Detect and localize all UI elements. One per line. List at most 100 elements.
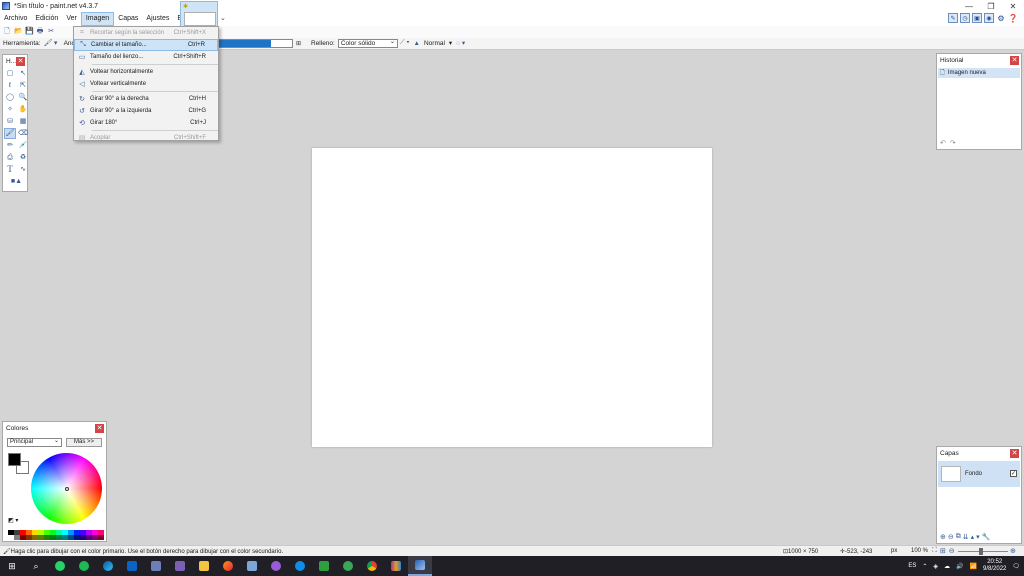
pan-tool-icon[interactable]: ✋	[17, 104, 29, 115]
app-icon-10[interactable]	[264, 556, 288, 576]
teamviewer-icon[interactable]	[288, 556, 312, 576]
menu-item-flatten[interactable]: ▤ Acoplar Ctrl+Shift+F	[74, 132, 218, 144]
open-file-icon[interactable]: 📂	[14, 28, 23, 36]
tools-panel-close-icon[interactable]: ✕	[16, 56, 25, 66]
menu-capas[interactable]: Capas	[114, 12, 142, 26]
layer-down-icon[interactable]: ▾	[976, 533, 980, 541]
edge-icon[interactable]	[96, 556, 120, 576]
history-item[interactable]: 🗋 Imagen nueva	[938, 68, 1020, 78]
history-window-toggle-icon[interactable]: ◷	[960, 13, 970, 23]
paintnet-taskbar-icon[interactable]	[408, 556, 432, 576]
duplicate-layer-icon[interactable]: ⧉	[956, 533, 961, 541]
gradient-tool-icon[interactable]: ▦	[17, 116, 29, 127]
zoom-tool-icon[interactable]: 🔍	[17, 92, 29, 103]
zoom-slider-knob[interactable]	[979, 548, 983, 555]
eraser-tool-icon[interactable]: ⌫	[17, 128, 29, 139]
tray-app-icon[interactable]: ◈	[933, 563, 938, 570]
paintbrush-tool-icon[interactable]: 🖌	[4, 128, 16, 139]
menu-archivo[interactable]: Archivo	[0, 12, 31, 26]
primary-color-swatch[interactable]	[8, 453, 21, 466]
swap-colors-icon[interactable]: ◩ ▾	[8, 517, 18, 524]
magic-wand-tool-icon[interactable]: ✧	[4, 104, 16, 115]
move-selected-tool-icon[interactable]: ⇱	[17, 80, 29, 91]
new-file-icon[interactable]: 🗋	[3, 28, 11, 36]
clone-stamp-tool-icon[interactable]: ⎙	[4, 152, 16, 163]
menu-item-flip-horizontal[interactable]: ◭ Voltear horizontalmente	[74, 66, 218, 78]
menu-item-crop-to-selection[interactable]: ⌗ Recortar según la selección Ctrl+Shift…	[74, 27, 218, 39]
clock[interactable]: 20:52 9/8/2022	[983, 559, 1006, 573]
history-panel-close-icon[interactable]: ✕	[1010, 55, 1019, 65]
color-palette[interactable]	[8, 530, 104, 540]
text-tool-icon[interactable]: T	[4, 164, 16, 175]
cut-icon[interactable]: ✂	[47, 28, 55, 36]
fit-window-icon[interactable]: ⛶	[932, 547, 937, 555]
color-mode-select[interactable]: Principal	[7, 438, 62, 447]
image-tab-thumbnail[interactable]: ✱	[180, 1, 218, 27]
antialias-icon[interactable]: ⟋ ▾	[400, 39, 410, 47]
ellipse-select-tool-icon[interactable]: ◯	[4, 92, 16, 103]
layers-window-toggle-icon[interactable]: ▣	[972, 13, 982, 23]
blend-mode-select[interactable]: Normal	[424, 40, 445, 47]
volume-icon[interactable]: 🔊	[956, 563, 963, 570]
search-icon[interactable]: ⌕	[24, 556, 48, 576]
fill-select[interactable]: Color sólido	[337, 39, 398, 48]
winrar-icon[interactable]	[384, 556, 408, 576]
move-selection-tool-icon[interactable]: ↖	[17, 68, 29, 79]
layer-up-icon[interactable]: ▴	[971, 533, 975, 541]
firefox-icon[interactable]	[216, 556, 240, 576]
rectangle-select-tool-icon[interactable]: ▢	[4, 68, 16, 79]
file-explorer-icon[interactable]	[192, 556, 216, 576]
zoom-slider[interactable]	[958, 548, 1008, 555]
menu-item-resize[interactable]: ⤡ Cambiar el tamaño... Ctrl+R	[74, 39, 218, 51]
lasso-select-tool-icon[interactable]: ℓ	[4, 80, 16, 91]
print-icon[interactable]: 🖶	[36, 28, 44, 36]
color-picker-tool-icon[interactable]: 💉	[17, 140, 29, 151]
app-icon-9[interactable]	[240, 556, 264, 576]
unit-select[interactable]: px	[891, 548, 897, 554]
spotify-icon[interactable]	[72, 556, 96, 576]
tray-chevron-icon[interactable]: ⌃	[922, 563, 927, 570]
app-icon-6[interactable]	[168, 556, 192, 576]
language-indicator[interactable]: ES	[908, 563, 916, 569]
color-wheel-cursor[interactable]	[65, 487, 69, 491]
expand-plus-icon[interactable]: ⊞	[296, 40, 301, 47]
add-layer-icon[interactable]: ⊕	[940, 533, 946, 541]
more-colors-button[interactable]: Más >>	[66, 438, 102, 447]
recolor-tool-icon[interactable]: ♻	[17, 152, 29, 163]
menu-item-rotate-180[interactable]: ⟲ Girar 180° Ctrl+J	[74, 117, 218, 129]
menu-item-canvas-size[interactable]: ▭ Tamaño del lienzo... Ctrl+Shift+R	[74, 51, 218, 63]
menu-item-flip-vertical[interactable]: ◁ Voltear verticalmente	[74, 78, 218, 90]
save-icon[interactable]: 💾	[25, 28, 34, 36]
color-wheel[interactable]	[31, 453, 102, 524]
menu-imagen[interactable]: Imagen	[80, 12, 115, 26]
app-icon-13[interactable]	[336, 556, 360, 576]
tools-window-toggle-icon[interactable]: ✎	[948, 13, 958, 23]
close-button[interactable]: ✕	[1002, 0, 1024, 12]
line-curve-tool-icon[interactable]: ∿	[17, 164, 29, 175]
selection-mode-icon[interactable]: ◌ ▾	[456, 39, 465, 47]
tool-dropdown-chevron-icon[interactable]: ▾	[52, 40, 60, 48]
chrome-icon[interactable]	[360, 556, 384, 576]
layer-properties-icon[interactable]: 🔧	[982, 533, 991, 541]
layer-row[interactable]: Fondo ✓	[938, 461, 1020, 487]
wifi-icon[interactable]: 📶	[970, 563, 977, 570]
pencil-tool-icon[interactable]: ✏	[4, 140, 16, 151]
notifications-icon[interactable]: 🗨	[1012, 563, 1020, 570]
shapes-tool-icon[interactable]: ■▲	[4, 176, 29, 187]
layers-panel-close-icon[interactable]: ✕	[1010, 448, 1019, 458]
brush-width-slider[interactable]	[218, 39, 293, 48]
app-icon-12[interactable]	[312, 556, 336, 576]
whatsapp-icon[interactable]	[48, 556, 72, 576]
menu-item-rotate-right[interactable]: ↻ Girar 90° a la derecha Ctrl+H	[74, 93, 218, 105]
delete-layer-icon[interactable]: ⊖	[948, 533, 954, 541]
outlook-icon[interactable]	[120, 556, 144, 576]
undo-icon[interactable]: ↶	[940, 139, 946, 147]
maximize-button[interactable]: ❐	[980, 0, 1002, 12]
menu-ver[interactable]: Ver	[62, 12, 81, 26]
zoom-out-icon[interactable]: ⊖	[949, 547, 955, 555]
brush-tool-icon[interactable]: 🖌	[44, 40, 53, 48]
app-icon-5[interactable]	[144, 556, 168, 576]
minimize-button[interactable]: —	[958, 0, 980, 12]
menu-item-rotate-left[interactable]: ↺ Girar 90° a la izquierda Ctrl+G	[74, 105, 218, 117]
zoom-readout[interactable]: 100 %	[911, 548, 928, 554]
